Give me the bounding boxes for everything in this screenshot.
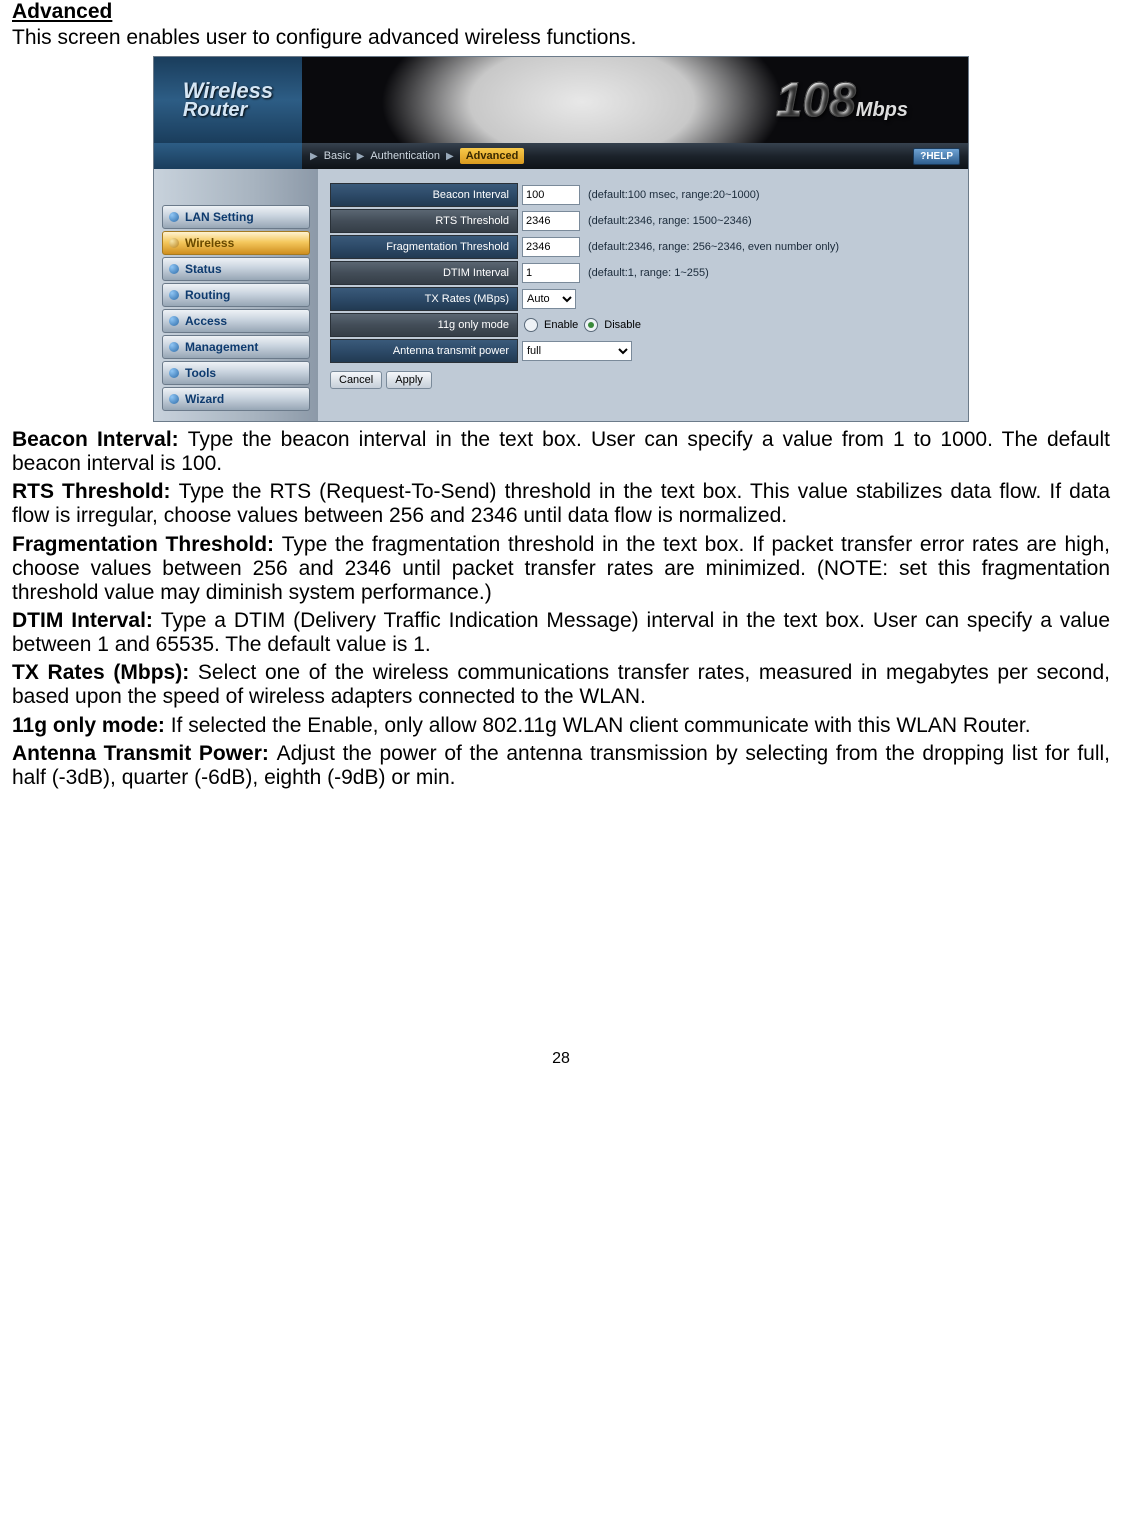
chevron-icon: ▶ [357,151,365,162]
radio-enable[interactable] [524,318,538,332]
breadcrumb: ▶ Basic ▶ Authentication ▶ Advanced [310,148,524,164]
chevron-icon: ▶ [446,151,454,162]
radio-disable[interactable] [584,318,598,332]
apply-button[interactable]: Apply [386,371,432,389]
speed-unit: Mbps [856,99,908,122]
dtim-input[interactable] [522,263,580,283]
beacon-hint: (default:100 msec, range:20~1000) [588,189,760,201]
bullet-icon [169,238,179,248]
bullet-icon [169,394,179,404]
sidebar-item-routing[interactable]: Routing [162,283,310,307]
label-dtim: DTIM Interval [330,261,518,285]
para-frag: Fragmentation Threshold: Type the fragme… [12,533,1110,605]
para-11g: 11g only mode: If selected the Enable, o… [12,714,1110,738]
para-rts: RTS Threshold: Type the RTS (Request-To-… [12,480,1110,528]
label-11g: 11g only mode [330,313,518,337]
breadcrumb-advanced[interactable]: Advanced [460,148,525,164]
content-panel: Beacon Interval (default:100 msec, range… [318,169,968,421]
logo-panel: Wireless Router [154,57,302,143]
para-beacon: Beacon Interval: Type the beacon interva… [12,428,1110,476]
breadcrumb-auth[interactable]: Authentication [370,150,440,162]
section-title: Advanced [12,0,1110,24]
antenna-select[interactable]: full [522,341,632,361]
sidebar-item-access[interactable]: Access [162,309,310,333]
bullet-icon [169,368,179,378]
label-tx: TX Rates (MBps) [330,287,518,311]
sidebar-item-management[interactable]: Management [162,335,310,359]
speed-badge: 108 Mbps [776,73,908,128]
logo-text: Wireless Router [183,81,273,119]
radio-disable-label: Disable [604,319,641,331]
breadcrumb-bar: ▶ Basic ▶ Authentication ▶ Advanced ?HEL… [154,143,968,169]
label-beacon: Beacon Interval [330,183,518,207]
sidebar: LAN Setting Wireless Status Routing Acce… [154,169,318,421]
rts-hint: (default:2346, range: 1500~2346) [588,215,752,227]
rts-input[interactable] [522,211,580,231]
logo-line2: Router [183,101,273,119]
breadcrumb-basic[interactable]: Basic [324,150,351,162]
logo-line1: Wireless [183,81,273,101]
intro-text: This screen enables user to configure ad… [12,26,1110,50]
sidebar-item-status[interactable]: Status [162,257,310,281]
sidebar-item-lan[interactable]: LAN Setting [162,205,310,229]
frag-input[interactable] [522,237,580,257]
para-tx: TX Rates (Mbps): Select one of the wirel… [12,661,1110,709]
banner-graphic: 108 Mbps [302,57,968,143]
bullet-icon [169,342,179,352]
router-screenshot: Wireless Router 108 Mbps ▶ Basic ▶ Authe… [153,56,969,422]
cancel-button[interactable]: Cancel [330,371,382,389]
tx-select[interactable]: Auto [522,289,576,309]
sidebar-item-tools[interactable]: Tools [162,361,310,385]
radio-enable-label: Enable [544,319,578,331]
speed-number: 108 [776,73,856,128]
help-button[interactable]: ?HELP [913,148,960,165]
bullet-icon [169,264,179,274]
bullet-icon [169,316,179,326]
header-banner: Wireless Router 108 Mbps [154,57,968,143]
dtim-hint: (default:1, range: 1~255) [588,267,709,279]
sidebar-item-wizard[interactable]: Wizard [162,387,310,411]
chevron-icon: ▶ [310,151,318,162]
frag-hint: (default:2346, range: 256~2346, even num… [588,241,839,253]
label-frag: Fragmentation Threshold [330,235,518,259]
label-antenna: Antenna transmit power [330,339,518,363]
para-antenna: Antenna Transmit Power: Adjust the power… [12,742,1110,790]
label-rts: RTS Threshold [330,209,518,233]
para-dtim: DTIM Interval: Type a DTIM (Delivery Tra… [12,609,1110,657]
bullet-icon [169,290,179,300]
bullet-icon [169,212,179,222]
page-number: 28 [12,1050,1110,1088]
beacon-input[interactable] [522,185,580,205]
sidebar-item-wireless[interactable]: Wireless [162,231,310,255]
